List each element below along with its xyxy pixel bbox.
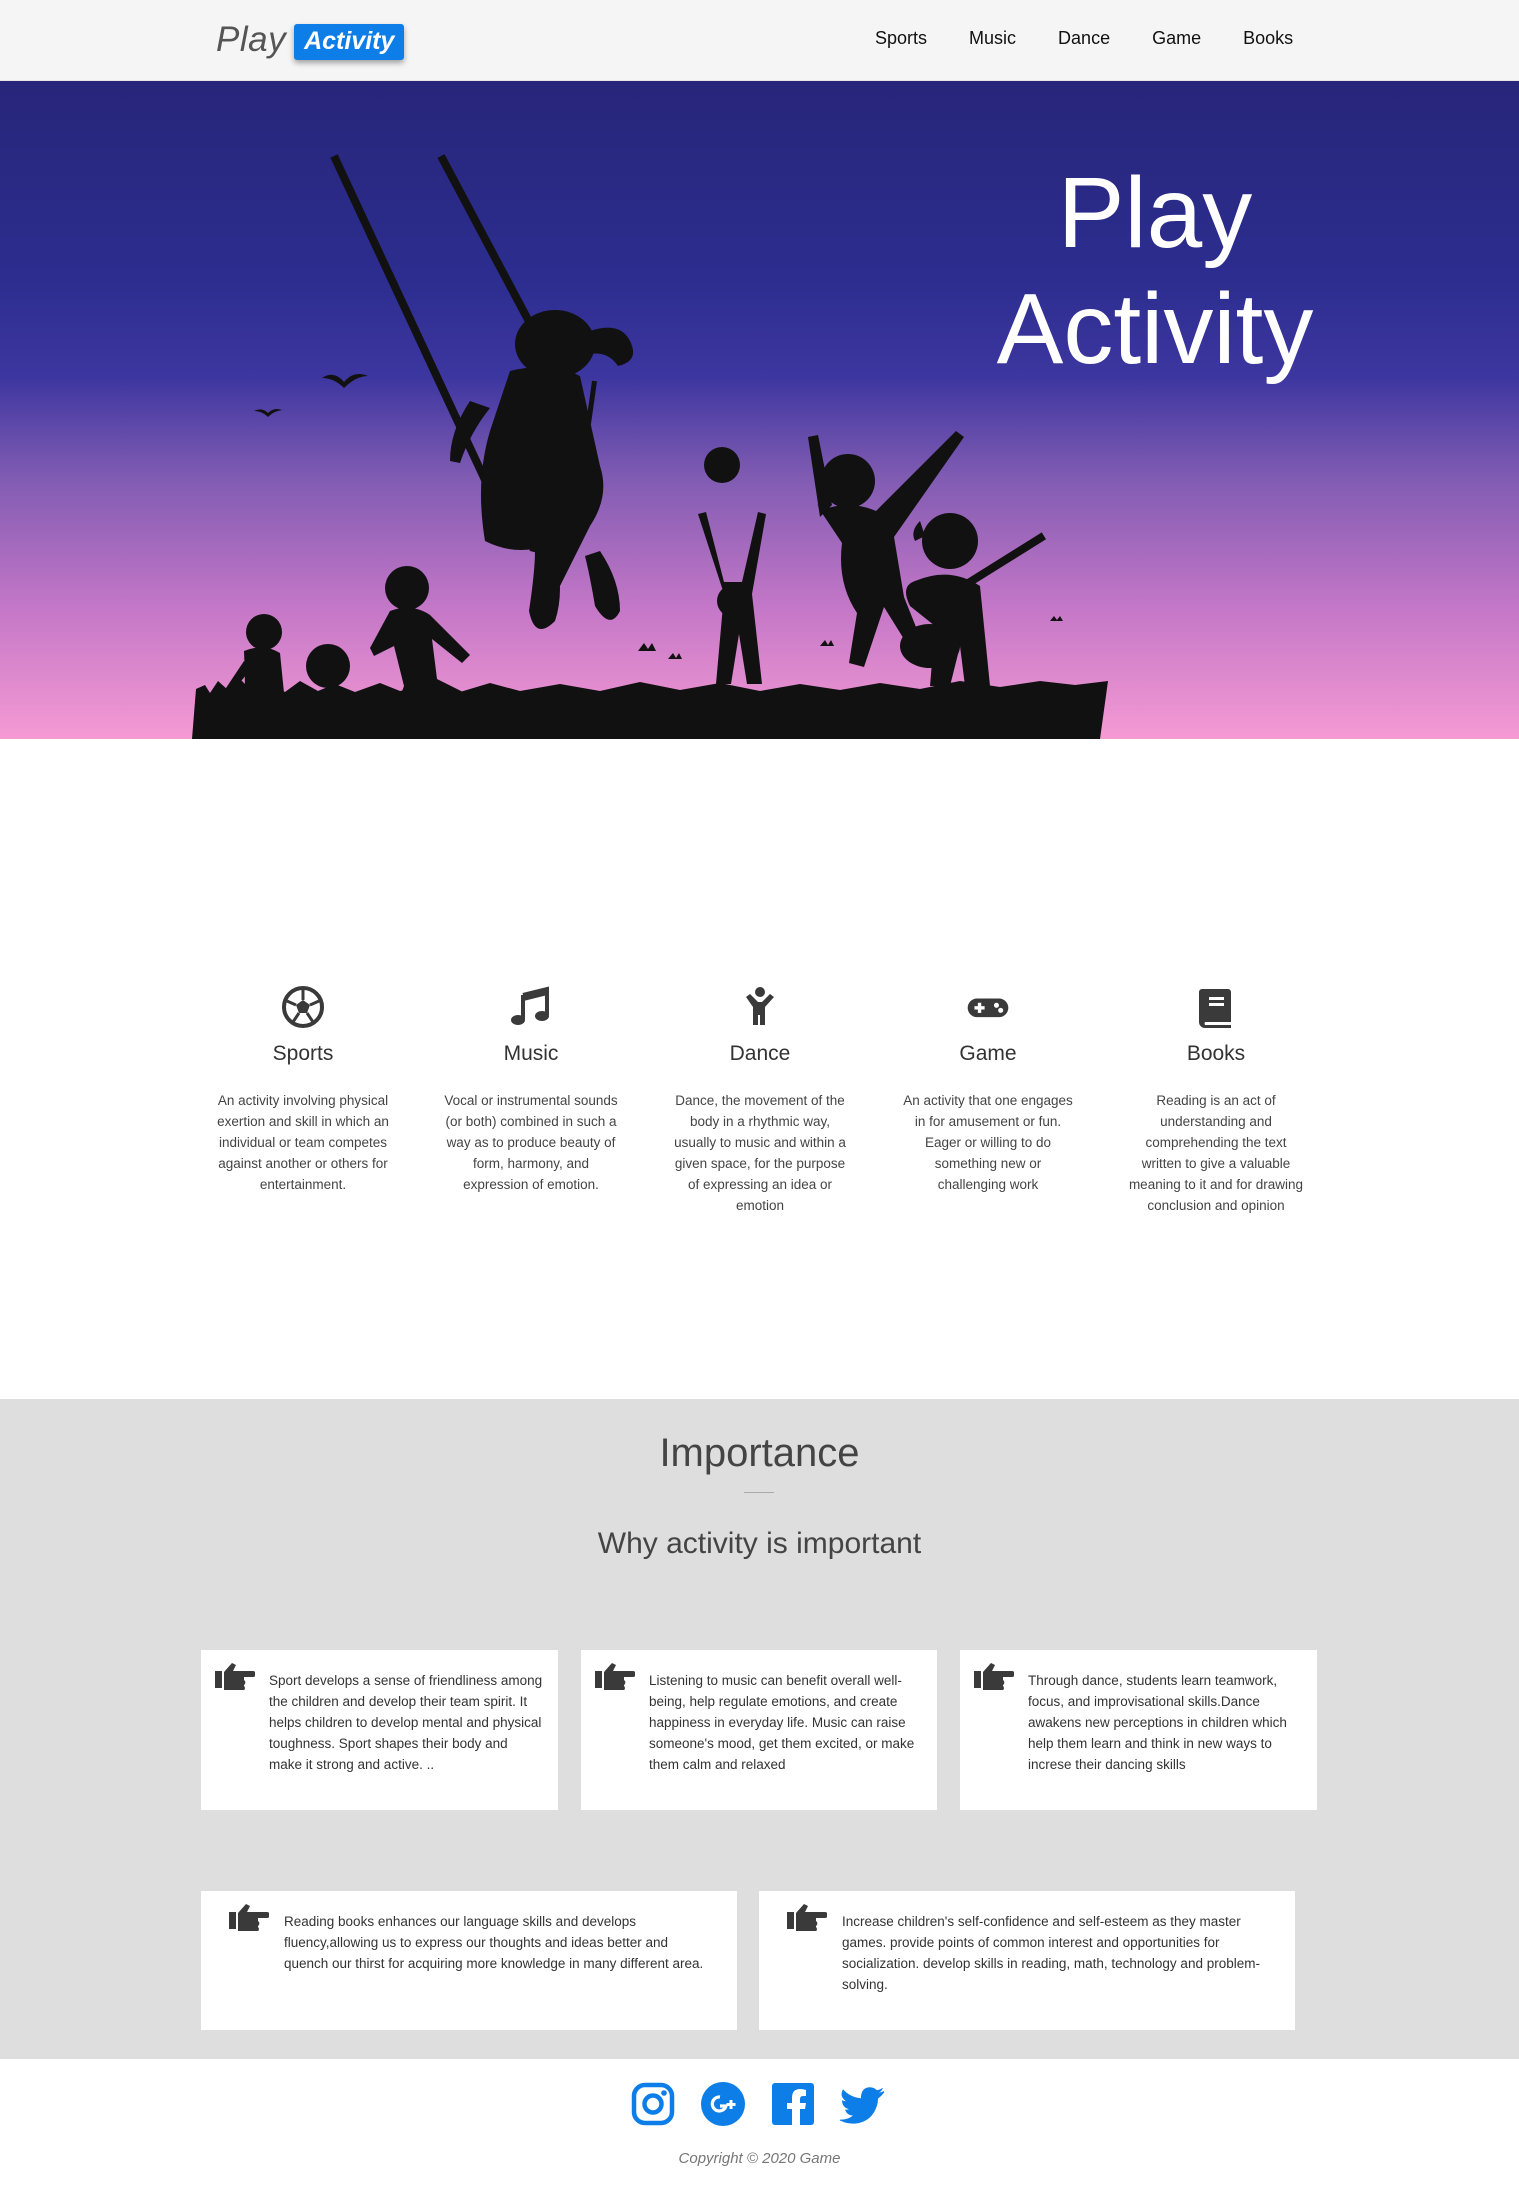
importance-card-books: Reading books enhances our language skil… (201, 1891, 737, 2030)
feature-title: Books (1186, 1042, 1246, 1065)
child-icon (746, 987, 774, 1025)
importance-card-game: Increase children's self-confidence and … (759, 1891, 1295, 2030)
nav-links: Sports Music Dance Game Books (860, 28, 1335, 49)
nav-link-dance[interactable]: Dance (1058, 28, 1110, 49)
importance-section: Importance Why activity is important Spo… (0, 1399, 1519, 2059)
footer: Copyright © 2020 Game (0, 2059, 1519, 2190)
nav-link-music[interactable]: Music (969, 28, 1016, 49)
hand-pointing-right-icon (974, 1663, 1014, 1690)
importance-title: Importance (659, 1431, 860, 1475)
brand-logo[interactable]: Play Activity (216, 20, 405, 60)
importance-card-sports: Sport develops a sense of friendliness a… (201, 1650, 558, 1810)
importance-card-text: Listening to music can benefit overall w… (649, 1673, 915, 1772)
hero-banner: Play Activity (0, 81, 1519, 739)
feature-title: Dance (729, 1042, 791, 1065)
nav-link-game[interactable]: Game (1152, 28, 1201, 49)
google-plus-icon[interactable] (700, 2081, 746, 2127)
feature-description: Reading is an act of understanding and c… (1128, 1093, 1304, 1213)
hand-pointing-right-icon (787, 1904, 827, 1931)
title-divider (744, 1492, 774, 1493)
facebook-icon[interactable] (770, 2081, 816, 2127)
hero-title-line1: Play (1057, 157, 1253, 269)
hand-pointing-right-icon (215, 1663, 255, 1690)
instagram-icon[interactable] (630, 2081, 676, 2127)
importance-card-text: Sport develops a sense of friendliness a… (269, 1673, 543, 1772)
brand-activity-badge: Activity (294, 24, 405, 60)
hand-pointing-right-icon (229, 1904, 269, 1931)
twitter-icon[interactable] (840, 2081, 886, 2127)
feature-books: Books Reading is an act of understanding… (1124, 985, 1308, 1216)
feature-dance: Dance Dance, the movement of the body in… (668, 985, 852, 1216)
hero-title-line2: Activity (996, 273, 1314, 385)
hand-pointing-right-icon (595, 1663, 635, 1690)
feature-sports: Sports An activity involving physical ex… (211, 985, 395, 1195)
copyright-text: Copyright © 2020 Game (678, 2150, 841, 2167)
importance-card-text: Through dance, students learn teamwork, … (1028, 1673, 1287, 1772)
importance-subtitle: Why activity is important (597, 1527, 922, 1560)
social-links (630, 2081, 910, 2127)
hero-title: Play Activity (965, 155, 1345, 387)
nav-link-books[interactable]: Books (1243, 28, 1293, 49)
feature-description: An activity that one engages in for amus… (903, 1093, 1073, 1192)
feature-description: Vocal or instrumental sounds (or both) c… (444, 1093, 618, 1192)
feature-title: Sports (272, 1042, 334, 1065)
feature-title: Game (959, 1042, 1017, 1065)
importance-card-dance: Through dance, students learn teamwork, … (960, 1650, 1317, 1810)
navbar: Play Activity Sports Music Dance Game Bo… (0, 0, 1519, 81)
feature-music: Music Vocal or instrumental sounds (or b… (439, 985, 623, 1195)
importance-card-text: Reading books enhances our language skil… (284, 1914, 704, 1971)
importance-card-music: Listening to music can benefit overall w… (581, 1650, 937, 1810)
importance-card-text: Increase children's self-confidence and … (842, 1914, 1260, 1992)
music-note-icon (511, 986, 549, 1025)
features-section: Sports An activity involving physical ex… (0, 739, 1519, 1399)
brand-play-text: Play (216, 20, 287, 59)
soccer-ball-icon (282, 986, 324, 1028)
feature-description: An activity involving physical exertion … (217, 1093, 389, 1192)
gamepad-icon (967, 998, 1009, 1018)
book-icon (1199, 989, 1231, 1028)
feature-game: Game An activity that one engages in for… (896, 985, 1080, 1195)
nav-link-sports[interactable]: Sports (875, 28, 927, 49)
feature-title: Music (503, 1042, 559, 1065)
feature-description: Dance, the movement of the body in a rhy… (674, 1093, 846, 1213)
